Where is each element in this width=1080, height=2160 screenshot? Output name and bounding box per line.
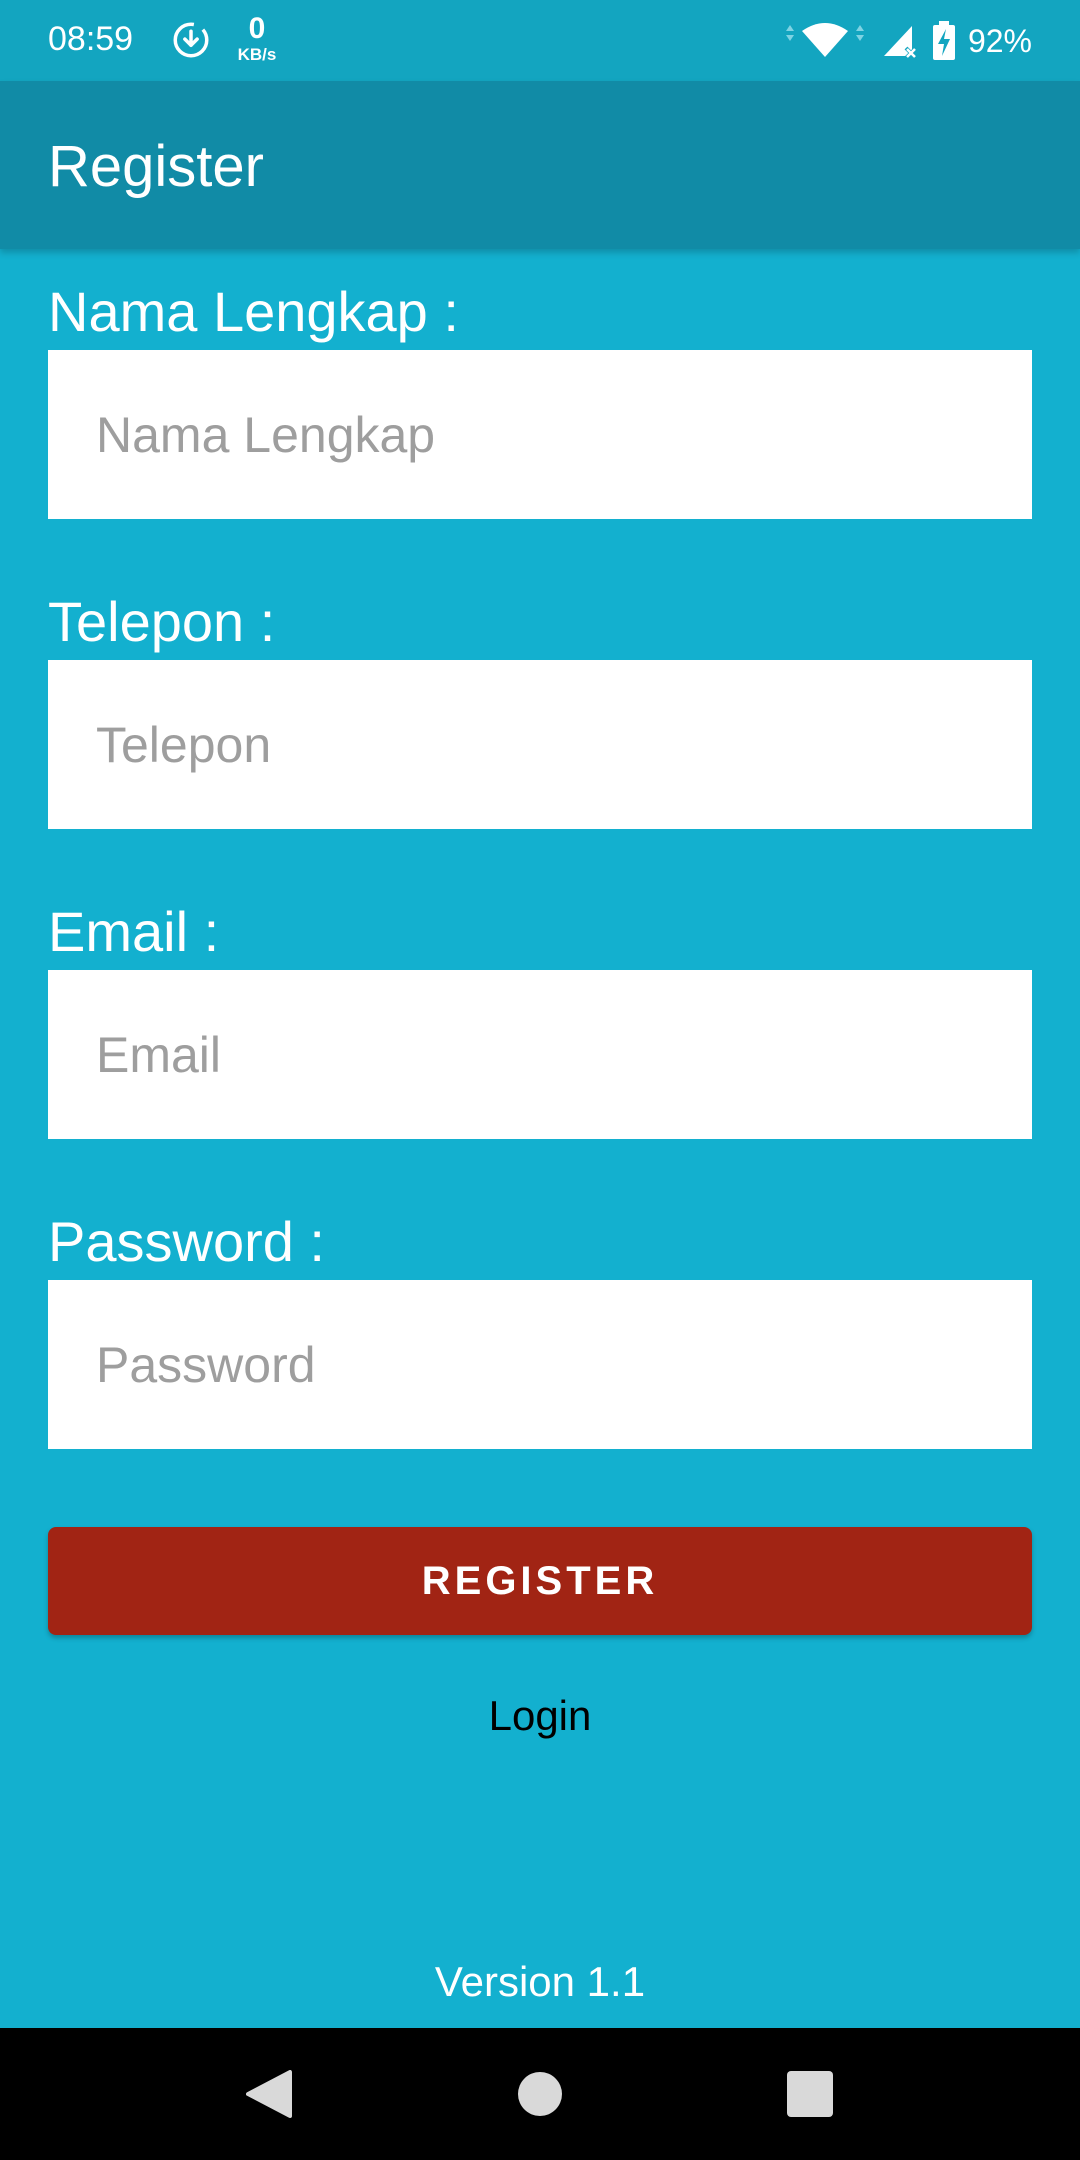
status-time: 08:59 [48, 20, 134, 58]
register-button[interactable]: REGISTER [48, 1527, 1032, 1635]
version-text: Version 1.1 [434, 1958, 646, 2005]
network-speed: 0 KB/s [232, 12, 282, 64]
fullname-input[interactable] [48, 350, 1032, 519]
download-icon [173, 22, 209, 58]
email-label: Email : [48, 900, 220, 963]
recents-icon[interactable] [780, 2064, 840, 2124]
phone-label: Telepon : [48, 590, 276, 653]
status-bar: 08:59 0 KB/s 92% [0, 0, 1080, 81]
phone-input[interactable] [48, 660, 1032, 829]
email-input[interactable] [48, 970, 1032, 1139]
network-speed-value: 0 [248, 12, 266, 45]
battery-percent: 92% [967, 22, 1032, 59]
network-speed-unit: KB/s [237, 45, 277, 64]
back-icon[interactable] [238, 2064, 298, 2124]
login-link[interactable]: Login [0, 1692, 1080, 1740]
battery-charging-icon [932, 21, 955, 60]
password-input[interactable] [48, 1280, 1032, 1449]
navigation-bar [0, 2028, 1080, 2160]
home-icon[interactable] [510, 2064, 570, 2124]
app-bar: Register [0, 81, 1080, 249]
fullname-label: Nama Lengkap : [48, 280, 459, 343]
signal-icon [883, 26, 918, 60]
page-title: Register [48, 134, 264, 199]
wifi-icon [785, 23, 864, 57]
status-right: 92% [780, 18, 1032, 64]
password-label: Password : [48, 1210, 325, 1273]
